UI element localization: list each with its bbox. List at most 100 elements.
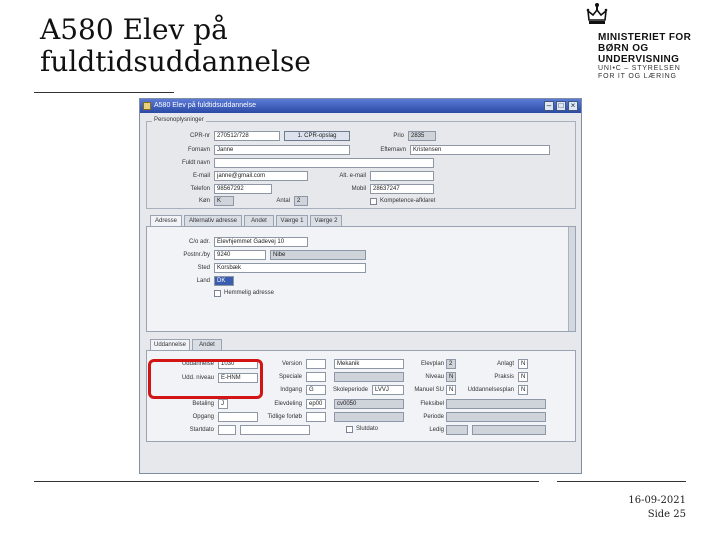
- tidlig-label: Tidlige forløb: [267, 414, 302, 420]
- slide-date: 16-09-2021: [628, 495, 686, 506]
- land-label: Land: [196, 278, 210, 284]
- logo-text-line3: UNDERVISNING: [598, 54, 680, 65]
- hemmelig-label: Hemmelig adresse: [224, 290, 275, 296]
- praksis-label: Praksis: [494, 374, 514, 380]
- kompetence-label: Kompetence-afklaret: [380, 198, 436, 204]
- niveau-field[interactable]: N: [446, 372, 456, 382]
- hemmelig-checkbox[interactable]: [214, 290, 221, 297]
- close-icon[interactable]: ×: [568, 101, 578, 111]
- postnr-label: Postnr./by: [183, 252, 210, 258]
- specialisering-field[interactable]: Mekanik: [334, 359, 404, 369]
- fuldnavn-label: Fuldt navn: [181, 160, 210, 166]
- startdato-field[interactable]: [218, 425, 236, 435]
- tab-uddannelse[interactable]: Uddannelse: [150, 339, 190, 350]
- indgang-field[interactable]: G: [306, 385, 326, 395]
- telefon-field[interactable]: 98567292: [214, 184, 272, 194]
- minimize-icon[interactable]: –: [544, 101, 554, 111]
- crown-icon: [586, 3, 608, 24]
- afdeling-extra-field[interactable]: [334, 412, 404, 422]
- opgang-label: Opgang: [192, 414, 214, 420]
- manuel-su-label: Manuel SU: [414, 387, 444, 393]
- mobil-field[interactable]: 28637247: [370, 184, 434, 194]
- elevplan-field[interactable]: 2: [446, 359, 456, 369]
- logo-text-line5: FOR IT OG LÆRING: [598, 73, 677, 80]
- specialisering-extra-field[interactable]: [334, 372, 404, 382]
- sted-label: Sted: [197, 265, 210, 271]
- alt-email-label: Alt. e-mail: [339, 173, 366, 179]
- periode-label: Periode: [423, 414, 444, 420]
- ledig-extra-field[interactable]: [472, 425, 546, 435]
- tab-edu-andet[interactable]: Andet: [192, 339, 222, 350]
- indgang-label: Indgang: [280, 387, 302, 393]
- afdeling-field[interactable]: cv0050: [334, 399, 404, 409]
- coadr-field[interactable]: Elevhjemmet Gadevej 10: [214, 237, 308, 247]
- window-title: A580 Elev på fuldtidsuddannelse: [154, 102, 256, 109]
- student-window: A580 Elev på fuldtidsuddannelse – □ × Pe…: [139, 98, 582, 474]
- address-scrollbar[interactable]: [568, 227, 575, 331]
- ministry-logo: MINISTERIET FOR BØRN OG UNDERVISNING UNI…: [586, 2, 706, 86]
- ledig-field[interactable]: [446, 425, 468, 435]
- niveau-label: Niveau: [425, 374, 444, 380]
- slutdato-checkbox[interactable]: [346, 426, 353, 433]
- tab-vaerge-2[interactable]: Værge 2: [310, 215, 342, 226]
- efternavn-field[interactable]: Kristensen: [410, 145, 550, 155]
- slutdato-label: Slutdato: [356, 426, 379, 432]
- logo-text-line4: UNI•C – STYRELSEN: [598, 65, 681, 72]
- fleksibel-field[interactable]: [446, 399, 546, 409]
- by-field[interactable]: Nibe: [270, 250, 366, 260]
- cpr-lookup-button[interactable]: 1. CPR-opslag: [284, 131, 350, 141]
- uddannelsesplan-field[interactable]: N: [518, 385, 528, 395]
- tab-alternativ-adresse[interactable]: Alternativ adresse: [184, 215, 242, 226]
- email-field[interactable]: janne@gmail.com: [214, 171, 308, 181]
- app-icon: [143, 102, 151, 110]
- version-field[interactable]: [306, 359, 326, 369]
- elevdeling-label: Elevdeling: [274, 401, 302, 407]
- skoleperiode-label: Skoleperiode: [332, 387, 368, 393]
- manuel-su-field[interactable]: N: [446, 385, 456, 395]
- address-panel: [146, 226, 576, 332]
- tab-adresse[interactable]: Adresse: [150, 215, 182, 226]
- anlagt-field[interactable]: N: [518, 359, 528, 369]
- tidlig-field[interactable]: [306, 412, 326, 422]
- slide-title-line2: fuldtidsuddannelse: [40, 45, 311, 78]
- coadr-label: C/o adr.: [188, 239, 210, 245]
- version-label: Version: [281, 361, 302, 367]
- uddannelsesplan-label: Uddannelsesplan: [467, 387, 514, 393]
- periode-field[interactable]: [446, 412, 546, 422]
- mobil-label: Mobil: [351, 186, 366, 192]
- koen-label: Køn: [198, 198, 210, 204]
- cpr-field[interactable]: 270512/728: [214, 131, 280, 141]
- logo-text-line1: MINISTERIET FOR: [598, 32, 692, 43]
- elevdeling-field[interactable]: ep00: [306, 399, 326, 409]
- fuldnavn-field[interactable]: [214, 158, 434, 168]
- slutdato-field[interactable]: [240, 425, 310, 435]
- tab-andet[interactable]: Andet: [244, 215, 274, 226]
- fleksibel-label: Fleksibel: [420, 401, 444, 407]
- fornavn-label: Fornavn: [187, 147, 210, 153]
- slide-page-number: Side 25: [647, 509, 686, 520]
- footer-rule-left: [34, 481, 539, 482]
- tab-vaerge-1[interactable]: Værge 1: [276, 215, 308, 226]
- sted-field[interactable]: Korsbæk: [214, 263, 366, 273]
- postnr-field[interactable]: 9240: [214, 250, 266, 260]
- land-field[interactable]: DK: [214, 276, 234, 286]
- betaling-field[interactable]: J: [218, 399, 228, 409]
- kompetence-checkbox[interactable]: [370, 198, 377, 205]
- email-label: E-mail: [192, 173, 210, 179]
- telefon-label: Telefon: [190, 186, 210, 192]
- ledig-label: Ledig: [429, 427, 444, 433]
- antal-field[interactable]: 2: [294, 196, 308, 206]
- antal-label: Antal: [276, 198, 290, 204]
- alt-email-field[interactable]: [370, 171, 434, 181]
- speciale-label: Speciale: [278, 374, 302, 380]
- speciale-field[interactable]: [306, 372, 326, 382]
- praksis-field[interactable]: N: [518, 372, 528, 382]
- maximize-icon[interactable]: □: [556, 101, 566, 111]
- fornavn-field[interactable]: Janne: [214, 145, 350, 155]
- person-group-label: Personoplysninger: [152, 117, 206, 123]
- efternavn-label: Efternavn: [380, 147, 406, 153]
- prio-field[interactable]: 2835: [408, 131, 436, 141]
- window-titlebar[interactable]: A580 Elev på fuldtidsuddannelse – □ ×: [140, 99, 581, 113]
- skoleperiode-field[interactable]: LVVJ: [372, 385, 404, 395]
- koen-field[interactable]: K: [214, 196, 234, 206]
